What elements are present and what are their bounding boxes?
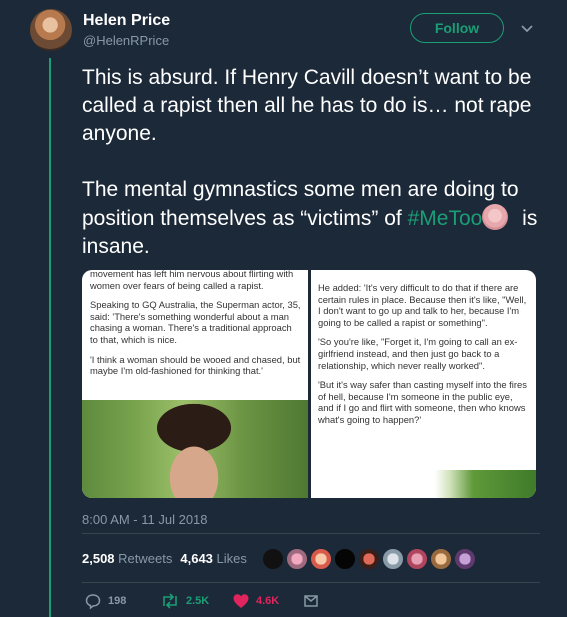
tweet-paragraph: The mental gymnastics some men are doing… (82, 176, 542, 261)
article-paragraph: Speaking to GQ Australia, the Superman a… (90, 299, 301, 345)
tweet-header: Helen Price @HelenRPrice Follow (30, 9, 550, 53)
author-handle[interactable]: @HelenRPrice (83, 33, 169, 48)
dm-icon (304, 595, 318, 607)
liker-avatar[interactable] (358, 548, 380, 570)
reply-button[interactable]: 198 (84, 592, 126, 610)
hashtag-link[interactable]: #MeToo (408, 207, 483, 230)
dm-button[interactable] (302, 592, 320, 610)
retweets-label: Retweets (118, 551, 173, 566)
media-image-right[interactable]: He added: 'It's very difficult to do tha… (311, 270, 536, 498)
likes-count: 4,643 (180, 551, 213, 566)
actor-photo (82, 400, 308, 498)
reply-icon (85, 594, 101, 610)
retweets-stat[interactable]: 2,508 Retweets (82, 551, 172, 566)
tweet-text: This is absurd. If Henry Cavill doesn’t … (82, 64, 542, 289)
tweet-actions: 198 2.5K 4.6K (82, 592, 382, 614)
article-paragraph: 'I think a woman should be wooed and cha… (90, 353, 301, 377)
article-paragraph: movement has left him nervous about flir… (90, 270, 294, 291)
like-button[interactable]: 4.6K (232, 592, 279, 610)
media-image-left[interactable]: movement has left him nervous about flir… (82, 270, 308, 498)
liker-avatar[interactable] (334, 548, 356, 570)
avatar[interactable] (30, 9, 72, 51)
article-text-left: movement has left him nervous about flir… (82, 270, 308, 377)
retweet-button[interactable]: 2.5K (160, 592, 209, 610)
hand-emoji-icon (482, 204, 509, 230)
divider (82, 533, 540, 534)
liker-avatar[interactable] (454, 548, 476, 570)
thread-line (49, 58, 51, 617)
author-name[interactable]: Helen Price (83, 12, 170, 30)
tweet-timestamp[interactable]: 8:00 AM - 11 Jul 2018 (82, 512, 208, 527)
heart-icon (233, 594, 249, 608)
liker-avatar[interactable] (286, 548, 308, 570)
tweet-media[interactable]: movement has left him nervous about flir… (82, 270, 536, 498)
liker-avatar[interactable] (406, 548, 428, 570)
liker-avatar[interactable] (262, 548, 284, 570)
reply-count: 198 (108, 595, 127, 607)
likes-label: Likes (216, 551, 247, 566)
article-paragraph: 'So you're like, "Forget it, I'm going t… (318, 336, 518, 371)
tree-photo (311, 470, 536, 498)
tweet-paragraph: This is absurd. If Henry Cavill doesn’t … (82, 66, 532, 145)
like-count: 4.6K (256, 595, 280, 607)
caret-down-icon[interactable] (520, 21, 534, 35)
article-paragraph: He added: 'It's very difficult to do tha… (318, 282, 527, 328)
article-text-right: He added: 'It's very difficult to do tha… (311, 270, 536, 426)
retweets-count: 2,508 (82, 551, 115, 566)
divider (82, 582, 540, 583)
tweet-stats: 2,508 Retweets 4,643 Likes (82, 551, 247, 566)
retweet-count: 2.5K (186, 595, 210, 607)
follow-button[interactable]: Follow (410, 13, 504, 43)
likes-stat[interactable]: 4,643 Likes (180, 551, 247, 566)
liker-avatar[interactable] (310, 548, 332, 570)
liker-avatar[interactable] (430, 548, 452, 570)
article-paragraph: 'But it's way safer than casting myself … (318, 379, 527, 425)
liker-avatar[interactable] (382, 548, 404, 570)
retweet-icon (163, 593, 177, 609)
